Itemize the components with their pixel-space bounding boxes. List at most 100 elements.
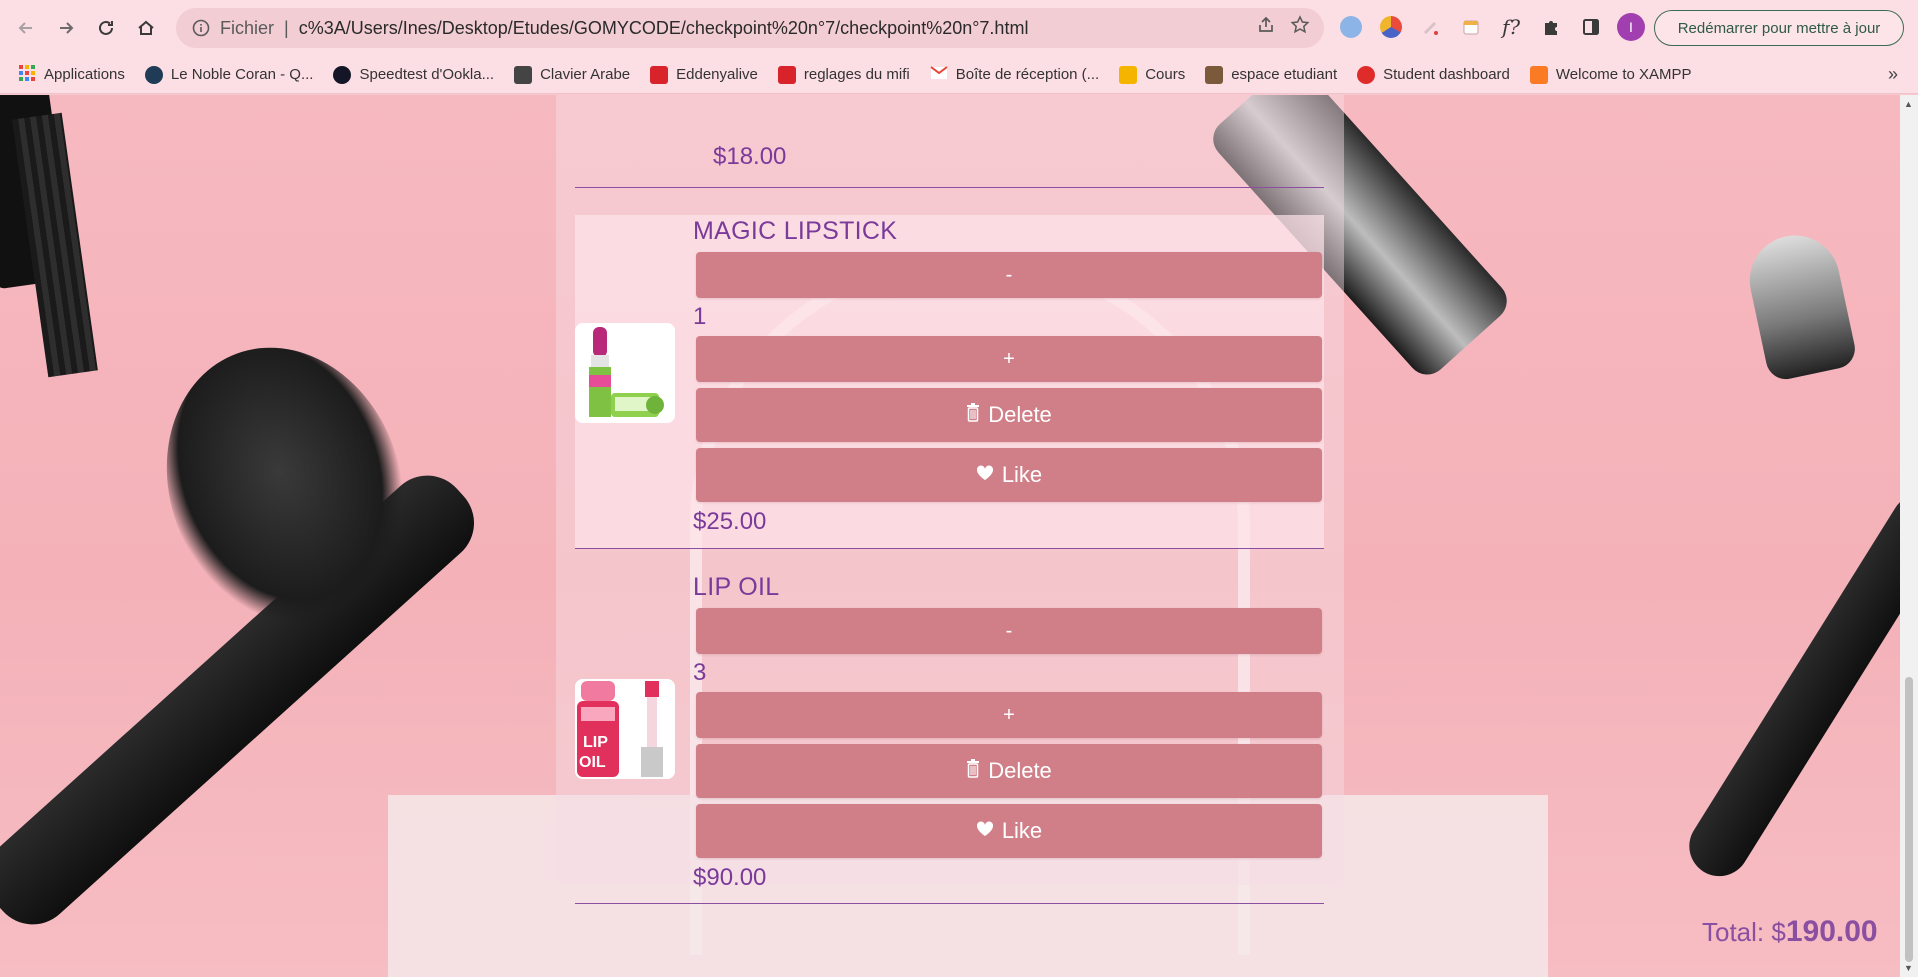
increase-quantity-button[interactable]: + xyxy=(696,336,1322,382)
heart-icon xyxy=(976,464,994,487)
bookmark-clavier-arabe[interactable]: Clavier Arabe xyxy=(514,65,631,84)
page-scrollbar[interactable]: ▲ ▼ xyxy=(1900,95,1918,977)
bookmark-applications[interactable]: Applications xyxy=(18,64,125,86)
bookmark-label: Student dashboard xyxy=(1383,66,1510,83)
bookmarks-overflow-button[interactable]: » xyxy=(1888,64,1898,85)
bookmark-espace-etudiant[interactable]: espace etudiant xyxy=(1205,65,1338,84)
bookmark-student-dashboard[interactable]: Student dashboard xyxy=(1357,65,1510,84)
decrease-quantity-button[interactable]: - xyxy=(696,252,1322,298)
bookmark-label: Cours xyxy=(1145,66,1186,83)
product-image xyxy=(575,323,675,423)
bookmark-speedtest[interactable]: Speedtest d'Ookla... xyxy=(333,65,495,84)
espace-favicon-icon xyxy=(1205,65,1224,84)
like-button[interactable]: Like xyxy=(696,448,1322,502)
trash-icon xyxy=(966,402,980,428)
bookmark-label: reglages du mifi xyxy=(803,66,910,83)
bookmark-noble-coran[interactable]: Le Noble Coran - Q... xyxy=(144,65,314,84)
gmail-icon xyxy=(930,65,948,84)
page-content: $18.00 MAGIC LIPSTICK - 1 + Delete Like … xyxy=(0,95,1900,977)
total-amount: 190.00 xyxy=(1785,915,1878,948)
site-info-icon[interactable] xyxy=(186,13,216,43)
scroll-down-arrow-icon[interactable]: ▼ xyxy=(1904,963,1913,973)
bookmark-label: Eddenyalive xyxy=(676,66,758,83)
arrow-left-icon xyxy=(18,22,32,34)
bookmark-gmail[interactable]: Boîte de réception (... xyxy=(930,65,1100,84)
profile-initial: I xyxy=(1617,13,1645,41)
extension-search-icon[interactable] xyxy=(1336,12,1366,42)
svg-text:OIL: OIL xyxy=(579,754,606,771)
scrollbar-thumb[interactable] xyxy=(1905,677,1913,962)
like-button[interactable]: Like xyxy=(696,804,1322,858)
arrow-right-icon xyxy=(60,22,74,34)
url-text[interactable]: c%3A/Users/Ines/Desktop/Etudes/GOMYCODE/… xyxy=(299,18,1029,39)
delete-label: Delete xyxy=(988,758,1052,783)
speedtest-favicon-icon xyxy=(333,65,352,84)
reload-icon xyxy=(99,20,113,35)
delete-button[interactable]: Delete xyxy=(696,744,1322,798)
bookmark-label: Applications xyxy=(44,66,125,83)
restart-update-button[interactable]: Redémarrer pour mettre à jour xyxy=(1654,10,1904,46)
home-button[interactable] xyxy=(126,8,166,48)
bookmark-label: Boîte de réception (... xyxy=(955,66,1100,83)
background-brush xyxy=(1677,482,1900,888)
address-bar[interactable]: Fichier | c%3A/Users/Ines/Desktop/Etudes… xyxy=(176,8,1324,48)
product-image: LIP OIL xyxy=(575,679,675,779)
bookmark-xampp[interactable]: Welcome to XAMPP xyxy=(1529,65,1692,84)
url-separator: | xyxy=(284,17,289,38)
mifi-favicon-icon xyxy=(777,65,796,84)
xampp-favicon-icon xyxy=(1529,65,1548,84)
bookmark-reglages-mifi[interactable]: reglages du mifi xyxy=(777,65,910,84)
classroom-favicon-icon xyxy=(1119,65,1138,84)
item-price: $18.00 xyxy=(713,143,787,170)
clavier-favicon-icon xyxy=(514,65,533,84)
delete-button[interactable]: Delete xyxy=(696,388,1322,442)
share-icon[interactable] xyxy=(1256,15,1276,41)
apps-grid-icon xyxy=(18,64,36,86)
scroll-up-arrow-icon[interactable]: ▲ xyxy=(1904,99,1913,109)
side-panel-icon[interactable] xyxy=(1576,12,1606,42)
bookmark-cours[interactable]: Cours xyxy=(1119,65,1186,84)
total-label: Total: $ xyxy=(1702,917,1786,947)
like-label: Like xyxy=(1001,462,1043,487)
browser-toolbar: Fichier | c%3A/Users/Ines/Desktop/Etudes… xyxy=(0,0,1918,56)
bookmark-label: Le Noble Coran - Q... xyxy=(170,66,314,83)
back-button[interactable] xyxy=(6,8,46,48)
increase-quantity-button[interactable]: + xyxy=(696,692,1322,738)
cart-panel: $18.00 MAGIC LIPSTICK - 1 + Delete Like … xyxy=(556,95,1344,904)
like-label: Like xyxy=(1001,818,1043,843)
extension-formula-icon[interactable]: f? xyxy=(1496,12,1526,42)
heart-icon xyxy=(976,820,994,843)
reload-button[interactable] xyxy=(86,8,126,48)
item-price: $90.00 xyxy=(693,864,767,891)
extension-color-icon[interactable] xyxy=(1376,12,1406,42)
bookmarks-bar: Applications Le Noble Coran - Q... Speed… xyxy=(0,56,1918,94)
cart-item: LIP OIL LIP OIL - 3 + Delete Like $90.00 xyxy=(575,571,1324,904)
item-name: MAGIC LIPSTICK xyxy=(693,217,898,245)
delete-label: Delete xyxy=(988,402,1052,427)
bookmark-label: Clavier Arabe xyxy=(540,66,631,83)
bookmark-label: Welcome to XAMPP xyxy=(1555,66,1692,83)
profile-avatar[interactable]: I xyxy=(1616,12,1646,42)
bookmark-star-icon[interactable] xyxy=(1290,15,1310,41)
item-price: $25.00 xyxy=(693,508,767,535)
coran-favicon-icon xyxy=(144,65,163,84)
svg-text:LIP: LIP xyxy=(583,734,608,751)
extension-pen-icon[interactable] xyxy=(1416,12,1446,42)
bookmark-eddenyalive[interactable]: Eddenyalive xyxy=(650,65,758,84)
forward-button[interactable] xyxy=(46,8,86,48)
url-scheme: Fichier xyxy=(220,17,275,38)
dashboard-favicon-icon xyxy=(1357,65,1376,84)
extension-calendar-icon[interactable] xyxy=(1456,12,1486,42)
trash-icon xyxy=(966,758,980,784)
decrease-quantity-button[interactable]: - xyxy=(696,608,1322,654)
item-quantity: 3 xyxy=(693,659,707,686)
cart-item: $18.00 xyxy=(575,95,1324,188)
bookmark-label: Speedtest d'Ookla... xyxy=(359,66,495,83)
eddenyalive-favicon-icon xyxy=(650,65,669,84)
item-quantity: 1 xyxy=(693,303,707,330)
home-icon xyxy=(138,20,154,35)
cart-total: Total: $190.00 xyxy=(1702,915,1878,949)
extensions-puzzle-icon[interactable] xyxy=(1536,12,1566,42)
background-brush-tip xyxy=(1741,227,1859,383)
bookmark-label: espace etudiant xyxy=(1231,66,1338,83)
